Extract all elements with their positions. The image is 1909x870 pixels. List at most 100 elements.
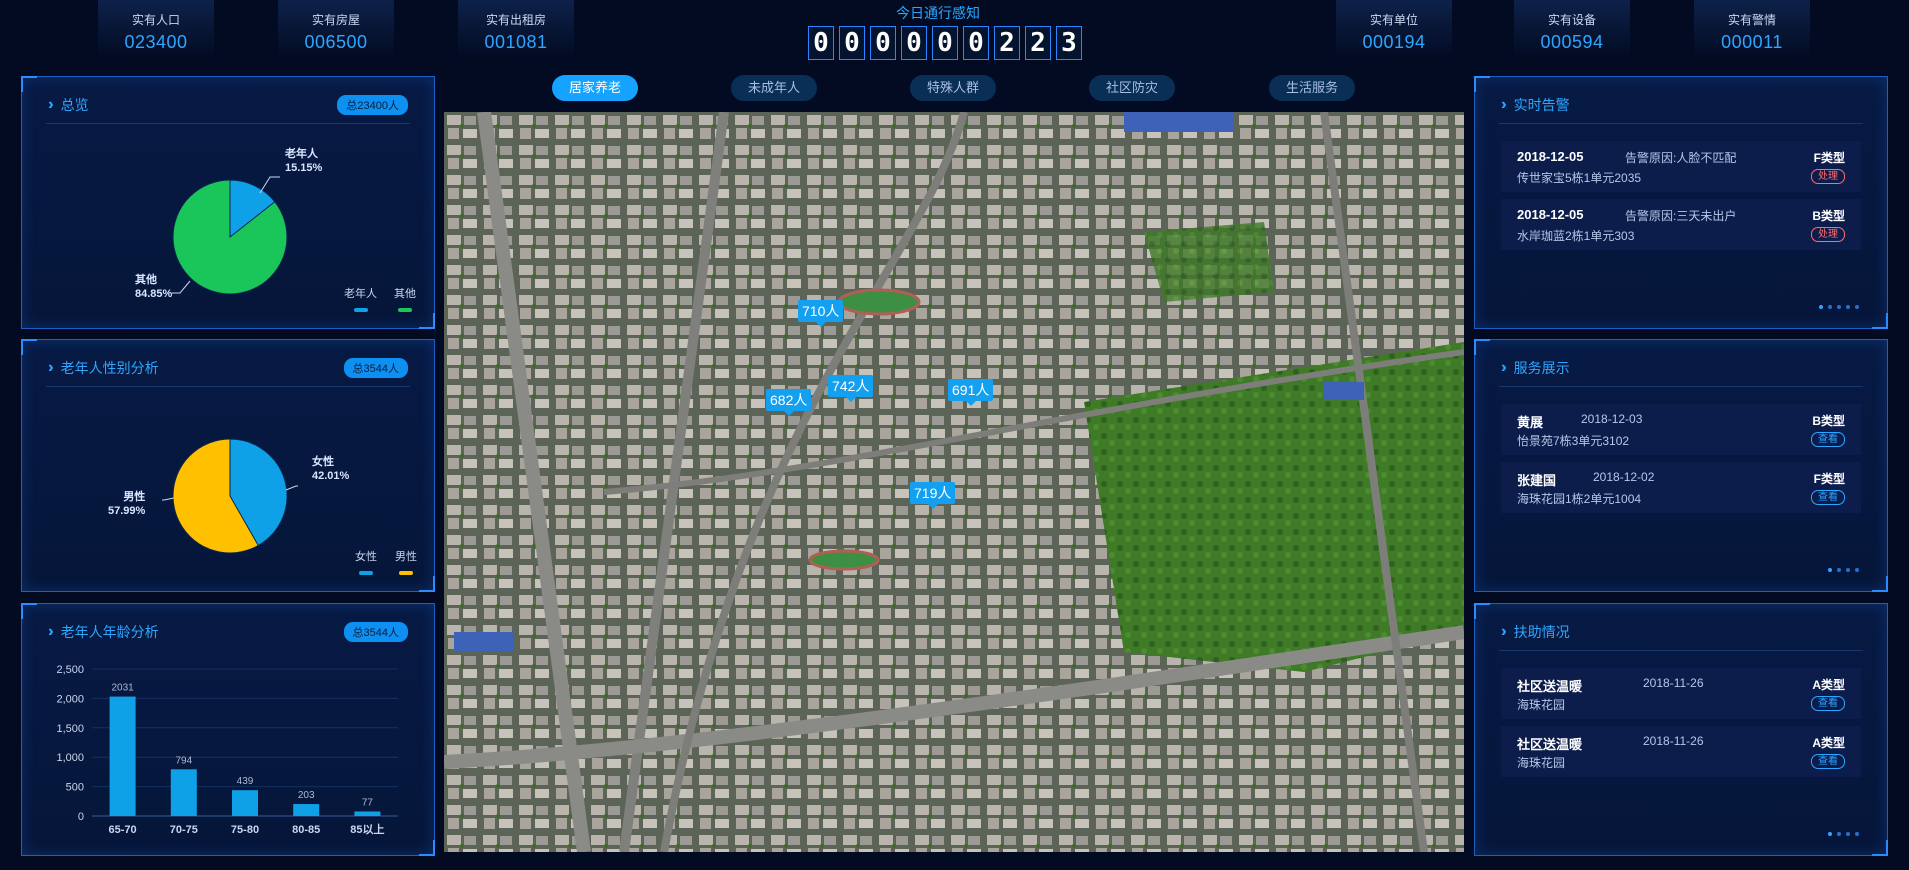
legend-male[interactable]: 男性 (395, 548, 417, 575)
page-dot[interactable] (1855, 832, 1859, 836)
tab-disaster-prevention[interactable]: 社区防灾 (1089, 75, 1175, 101)
pagination-dots[interactable] (1828, 568, 1859, 572)
pagination-dots[interactable] (1819, 305, 1859, 309)
park-area (1144, 222, 1274, 302)
assistance-item[interactable]: 社区送温暖 2018-11-26 A类型 海珠花园 查看 (1501, 668, 1861, 719)
assistance-location: 海珠花园 (1517, 756, 1566, 770)
building-blue-roof (454, 632, 514, 652)
assistance-date: 2018-11-26 (1643, 676, 1704, 690)
stat-label: 实有房屋 (311, 13, 360, 27)
age-panel: ›› 老年人年龄分析 总3544人 0 500 1,000 1,500 2,000 2,50… (21, 603, 435, 856)
stat-units: 实有单位 000194 (1336, 0, 1452, 54)
gender-panel: ›› 老年人性别分析 总3544人 女性 42.01% 男性 57.99% 女性 … (21, 339, 435, 592)
view-button[interactable]: 查看 (1811, 432, 1845, 447)
page-dot[interactable] (1828, 305, 1832, 309)
legend-other[interactable]: 其他 (394, 285, 416, 312)
handle-button[interactable]: 处理 (1811, 169, 1845, 184)
page-dot[interactable] (1846, 568, 1850, 572)
legend-female[interactable]: 女性 (355, 548, 377, 575)
map-marker[interactable]: 682人 (766, 389, 812, 416)
counter-digit: 0 (932, 26, 958, 60)
bar-value-label: 203 (298, 790, 315, 801)
stat-label: 实有单位 (1369, 13, 1418, 27)
page-dot[interactable] (1828, 568, 1832, 572)
sports-field (808, 549, 880, 571)
pie-label-other: 其他 84.85% (135, 273, 172, 301)
page-dot[interactable] (1819, 305, 1823, 309)
alert-date: 2018-12-05 (1517, 207, 1584, 222)
traffic-title: 今日通行感知 (896, 5, 980, 21)
map-marker[interactable]: 710人 (798, 300, 844, 327)
alert-item[interactable]: 2018-12-05 告警原因:人脸不匹配 F类型 传世家宝5栋1单元2035 … (1501, 141, 1861, 192)
counter-digit: 0 (839, 26, 865, 60)
alert-type: B类型 (1812, 209, 1845, 223)
page-dot[interactable] (1837, 832, 1841, 836)
stat-population: 实有人口 023400 (98, 0, 214, 54)
page-dot[interactable] (1855, 305, 1859, 309)
page-dot[interactable] (1855, 568, 1859, 572)
counter-digit: 2 (994, 26, 1020, 60)
view-button[interactable]: 查看 (1811, 754, 1845, 769)
building-blue-roof (1124, 112, 1234, 132)
city-map[interactable]: 710人 742人 682人 691人 719人 (444, 112, 1464, 852)
service-item[interactable]: 黄展 2018-12-03 B类型 怡景苑7栋3单元3102 查看 (1501, 404, 1861, 455)
stat-value: 023400 (124, 32, 188, 52)
view-button[interactable]: 查看 (1811, 490, 1845, 505)
bar-value-label: 439 (237, 776, 254, 787)
label-name: 女性 (312, 456, 334, 468)
service-item[interactable]: 张建国 2018-12-02 F类型 海珠花园1栋2单元1004 查看 (1501, 462, 1861, 513)
legend-elderly[interactable]: 老年人 (344, 285, 377, 312)
map-marker[interactable]: 719人 (910, 482, 956, 509)
handle-button[interactable]: 处理 (1811, 227, 1845, 242)
stat-value: 000594 (1540, 32, 1604, 52)
overview-panel: ›› 总览 总23400人 老年人 15.15% 其他 84.85% 老年人 其他 (21, 76, 435, 329)
building-blue-roof (1324, 382, 1364, 400)
page-dot[interactable] (1846, 305, 1850, 309)
legend-label: 其他 (394, 288, 416, 300)
tab-minors[interactable]: 未成年人 (731, 75, 817, 101)
tab-life-services[interactable]: 生活服务 (1269, 75, 1355, 101)
panel-title-text: 服务展示 (1513, 360, 1570, 376)
stat-rentals: 实有出租房 001081 (458, 0, 574, 54)
service-name: 张建国 (1517, 473, 1557, 488)
tab-special-groups[interactable]: 特殊人群 (910, 75, 996, 101)
service-location: 怡景苑7栋3单元3102 (1517, 434, 1630, 448)
y-tick-label: 1,500 (56, 723, 84, 735)
label-pct: 57.99% (108, 505, 146, 517)
chevron-right-icon: ›› (1501, 359, 1505, 376)
chevron-right-icon: ›› (48, 96, 52, 113)
tab-home-care[interactable]: 居家养老 (552, 75, 638, 101)
page-dot[interactable] (1837, 568, 1841, 572)
divider (1499, 123, 1863, 124)
pagination-dots[interactable] (1828, 832, 1859, 836)
label-pct: 42.01% (312, 470, 350, 482)
page-dot[interactable] (1828, 832, 1832, 836)
stat-label: 实有出租房 (485, 13, 546, 27)
alert-location: 传世家宝5栋1单元2035 (1517, 171, 1642, 185)
label-pct: 84.85% (135, 288, 173, 300)
assistance-name: 社区送温暖 (1517, 737, 1583, 752)
pie-label-elderly: 老年人 15.15% (285, 147, 322, 175)
stat-label: 实有警情 (1727, 13, 1776, 27)
alert-item[interactable]: 2018-12-05 告警原因:三天未出户 B类型 水岸珈蓝2栋1单元303 处… (1501, 199, 1861, 250)
assistance-name: 社区送温暖 (1517, 679, 1583, 694)
label-name: 男性 (123, 491, 146, 503)
assistance-type: A类型 (1812, 678, 1845, 692)
page-dot[interactable] (1837, 305, 1841, 309)
bar-value-label: 77 (362, 797, 374, 808)
divider (1499, 386, 1863, 387)
map-marker[interactable]: 691人 (948, 379, 994, 406)
services-panel: ›› 服务展示 黄展 2018-12-03 B类型 怡景苑7栋3单元3102 查看… (1474, 339, 1888, 592)
map-marker[interactable]: 742人 (828, 375, 874, 402)
assistance-panel: ›› 扶助情况 社区送温暖 2018-11-26 A类型 海珠花园 查看 社区送温… (1474, 603, 1888, 856)
label-pct: 15.15% (285, 162, 323, 174)
page-dot[interactable] (1846, 832, 1850, 836)
bar (293, 804, 320, 816)
bar (232, 790, 258, 816)
assistance-item[interactable]: 社区送温暖 2018-11-26 A类型 海珠花园 查看 (1501, 726, 1861, 777)
stat-value: 000011 (1721, 32, 1783, 52)
view-button[interactable]: 查看 (1811, 696, 1845, 711)
alert-location: 水岸珈蓝2栋1单元303 (1517, 229, 1635, 243)
panel-title-text: 总览 (60, 97, 89, 113)
label-name: 老年人 (285, 148, 318, 160)
